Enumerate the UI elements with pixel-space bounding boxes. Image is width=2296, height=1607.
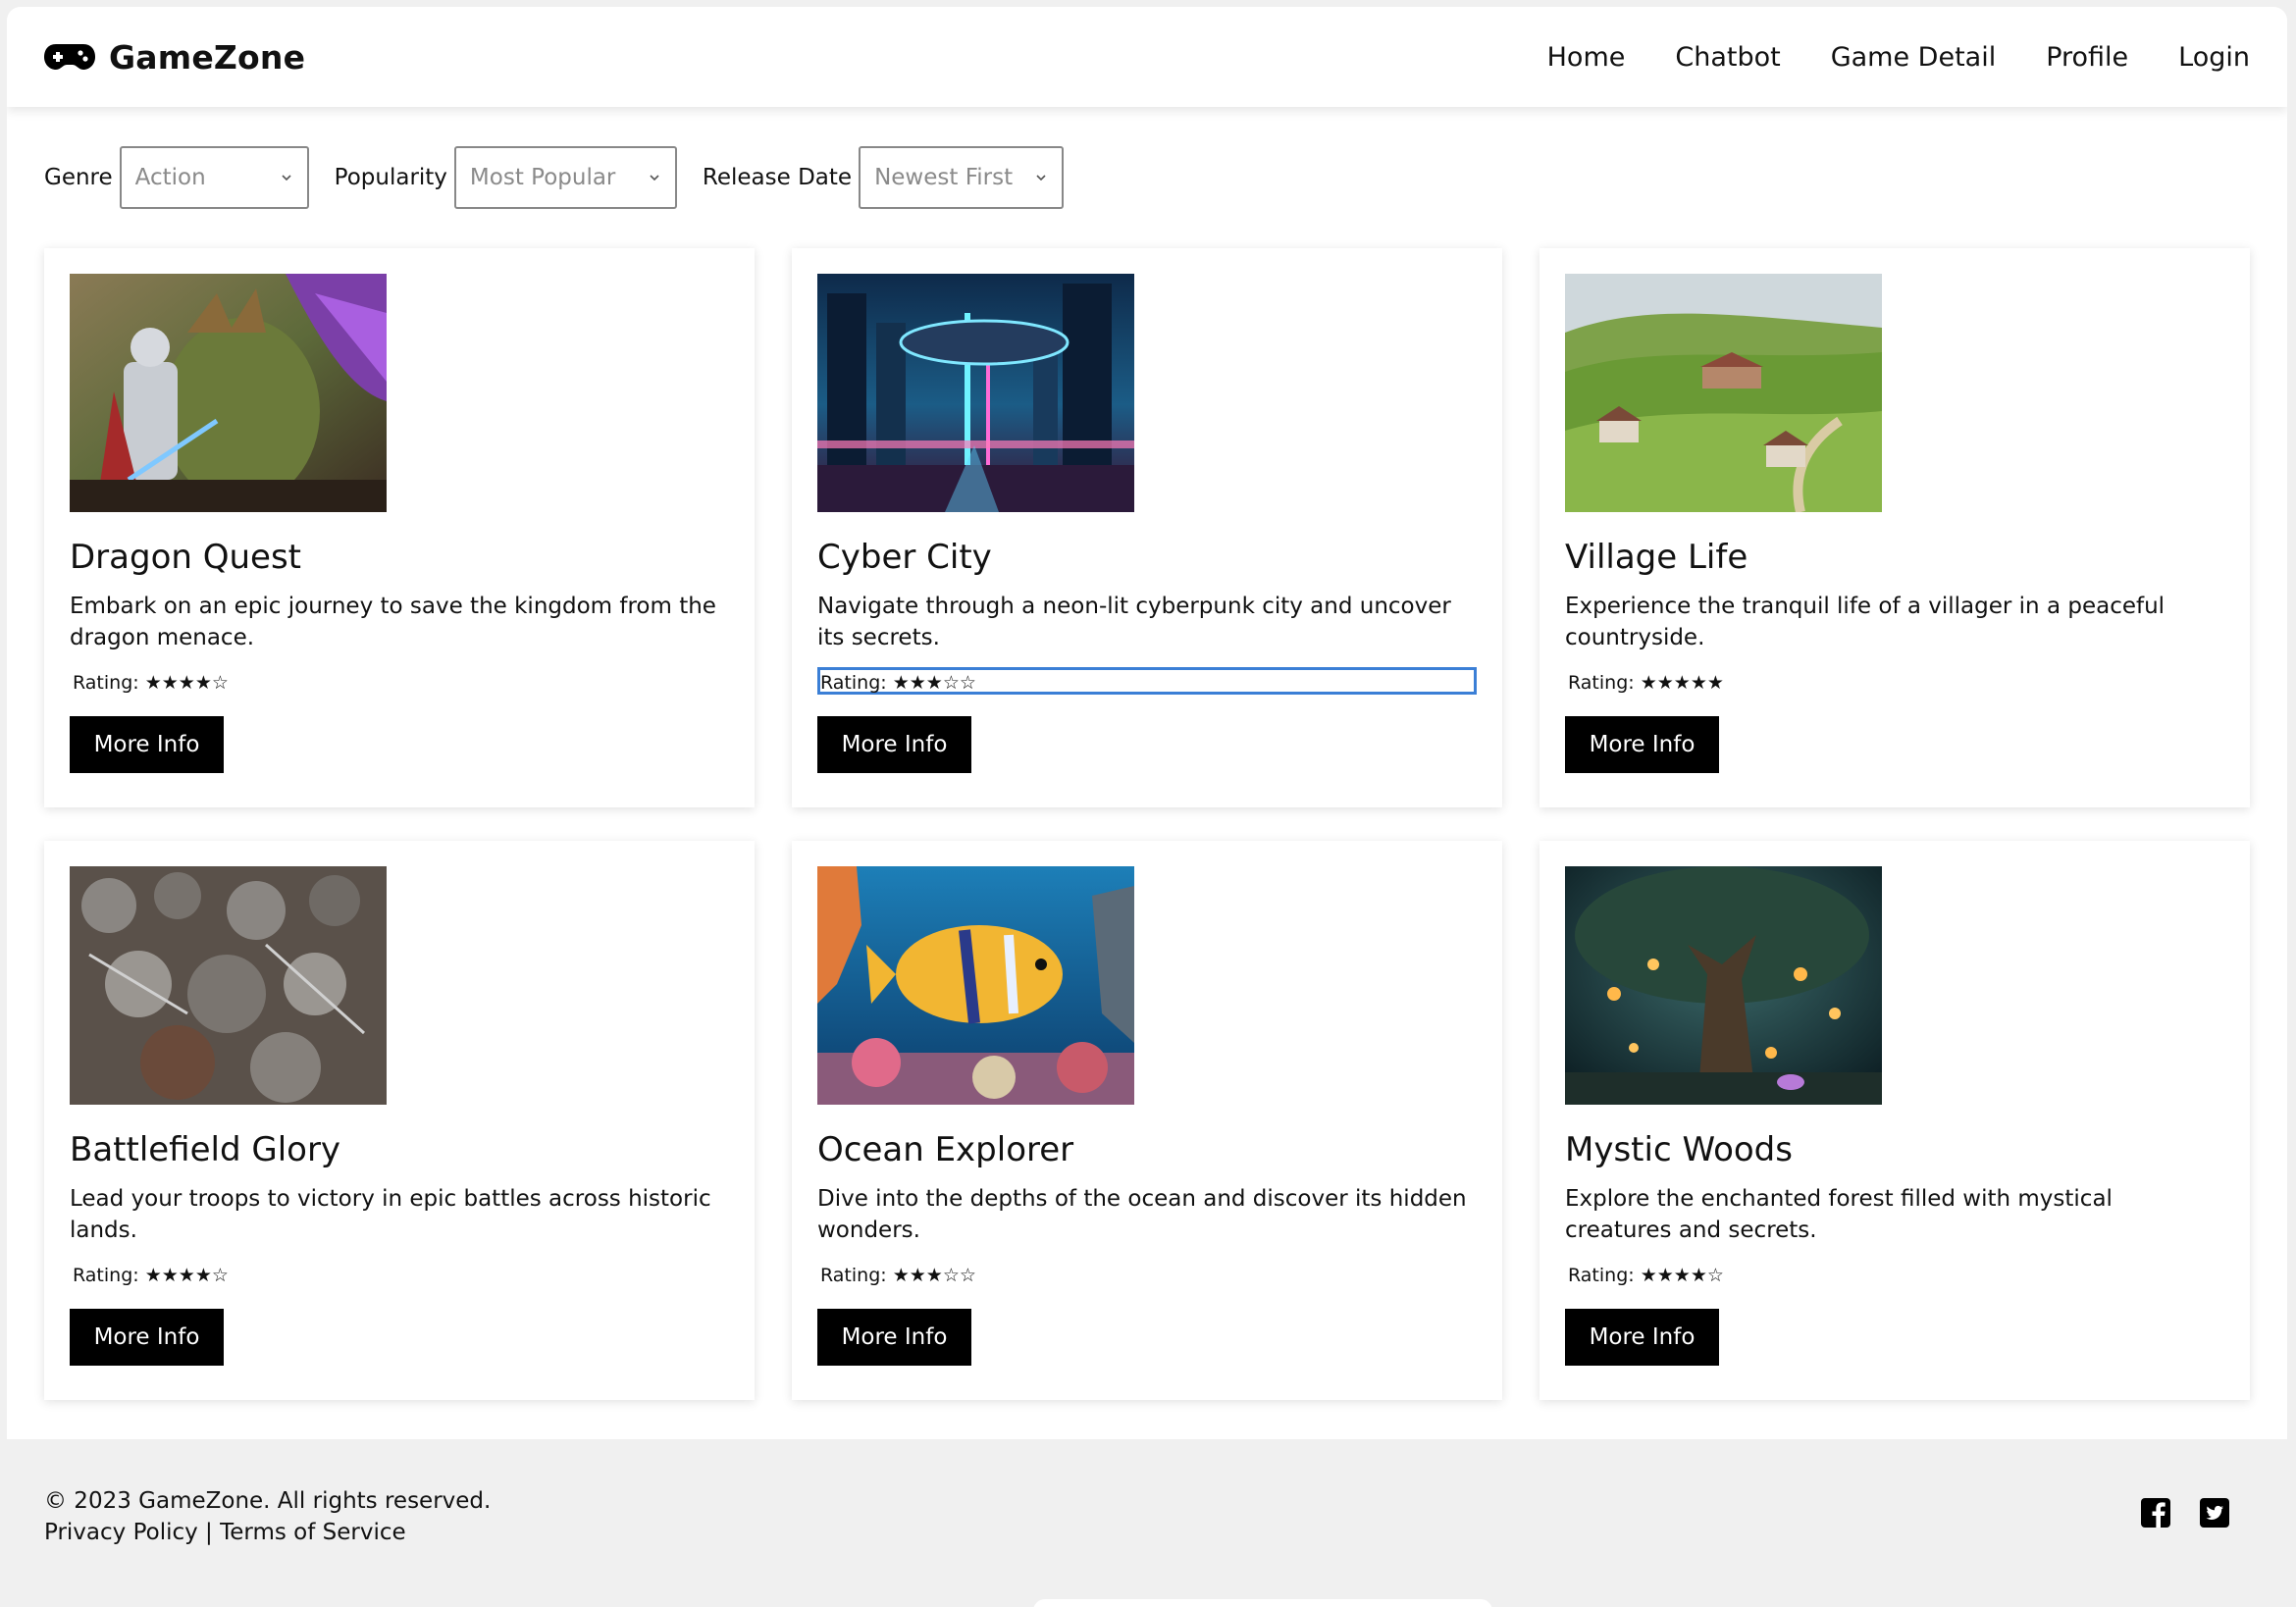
rating-stars: ★★★★☆	[1640, 1265, 1724, 1286]
more-info-button[interactable]: More Info	[817, 716, 971, 773]
game-card: Dragon Quest Embark on an epic journey t…	[44, 248, 755, 807]
more-info-button[interactable]: More Info	[70, 716, 224, 773]
game-card: Village Life Experience the tranquil lif…	[1539, 248, 2250, 807]
top-navbar: GameZone Home Chatbot Game Detail Profil…	[7, 7, 2287, 107]
chevron-down-icon	[1036, 175, 1046, 181]
rating-stars: ★★★★☆	[144, 1265, 229, 1286]
filter-bar: Genre Action Popularity Most Popular Rel…	[44, 146, 1089, 209]
nav-chatbot[interactable]: Chatbot	[1675, 42, 1780, 73]
game-title: Mystic Woods	[1565, 1130, 1793, 1169]
game-description: Lead your troops to victory in epic batt…	[70, 1186, 711, 1243]
popularity-label: Popularity	[334, 165, 447, 190]
game-rating: Rating: ★★★★☆	[1565, 1260, 2224, 1287]
popularity-select-value: Most Popular	[469, 165, 616, 190]
copyright-text: © 2023 GameZone. All rights reserved.	[44, 1488, 492, 1514]
game-rating: Rating: ★★★★★	[1565, 667, 2224, 695]
brand-name: GameZone	[109, 37, 306, 77]
rating-stars: ★★★☆☆	[892, 672, 976, 694]
game-thumbnail-mystic-tree	[1565, 866, 1882, 1105]
terms-of-service-link[interactable]: Terms of Service	[220, 1520, 406, 1545]
genre-select[interactable]: Action	[119, 146, 309, 209]
chevron-down-icon	[282, 175, 291, 181]
game-card: Battlefield Glory Lead your troops to vi…	[44, 841, 755, 1400]
game-title: Ocean Explorer	[817, 1130, 1074, 1169]
more-info-button[interactable]: More Info	[1565, 716, 1719, 773]
release-date-select[interactable]: Newest First	[859, 146, 1065, 209]
nav-home[interactable]: Home	[1547, 42, 1626, 73]
more-info-button[interactable]: More Info	[1565, 1309, 1719, 1366]
rating-stars: ★★★★★	[1640, 672, 1724, 694]
game-card: Mystic Woods Explore the enchanted fores…	[1539, 841, 2250, 1400]
game-thumbnail-battlefield	[70, 866, 387, 1105]
game-rating: Rating: ★★★★☆	[70, 1260, 729, 1287]
game-description: Dive into the depths of the ocean and di…	[817, 1186, 1467, 1243]
game-description: Navigate through a neon-lit cyberpunk ci…	[817, 594, 1451, 650]
game-title: Cyber City	[817, 538, 992, 577]
rating-stars: ★★★☆☆	[892, 1265, 976, 1286]
popularity-select[interactable]: Most Popular	[453, 146, 677, 209]
main-nav: Home Chatbot Game Detail Profile Login	[1547, 34, 2250, 79]
legal-links: Privacy Policy | Terms of Service	[44, 1520, 406, 1545]
game-rating: Rating: ★★★☆☆	[817, 1260, 1477, 1287]
bottom-tab-edge	[1033, 1599, 1492, 1607]
privacy-policy-link[interactable]: Privacy Policy	[44, 1520, 198, 1545]
game-description: Explore the enchanted forest filled with…	[1565, 1186, 2113, 1243]
rating-label: Rating:	[1568, 1265, 1635, 1286]
legal-separator: |	[197, 1520, 221, 1545]
game-title: Village Life	[1565, 538, 1748, 577]
nav-profile[interactable]: Profile	[2046, 42, 2128, 73]
game-card: Ocean Explorer Dive into the depths of t…	[792, 841, 1502, 1400]
game-thumbnail-dragon-knight	[70, 274, 387, 512]
nav-game-detail[interactable]: Game Detail	[1831, 42, 1997, 73]
game-rating: Rating: ★★★☆☆	[817, 667, 1477, 695]
gamepad-icon	[44, 44, 95, 70]
genre-select-value: Action	[134, 165, 206, 190]
release-date-select-value: Newest First	[874, 165, 1014, 190]
game-thumbnail-village-hills	[1565, 274, 1882, 512]
release-date-label: Release Date	[702, 165, 853, 190]
game-title: Battlefield Glory	[70, 1130, 341, 1169]
rating-stars: ★★★★☆	[144, 672, 229, 694]
site-footer: © 2023 GameZone. All rights reserved. Pr…	[7, 1439, 2287, 1607]
genre-label: Genre	[44, 165, 113, 190]
twitter-icon[interactable]	[2199, 1497, 2230, 1529]
rating-label: Rating:	[820, 1265, 887, 1286]
game-thumbnail-ocean-fish	[817, 866, 1134, 1105]
facebook-icon[interactable]	[2140, 1497, 2171, 1529]
game-title: Dragon Quest	[70, 538, 302, 577]
chevron-down-icon	[650, 175, 659, 181]
more-info-button[interactable]: More Info	[817, 1309, 971, 1366]
game-grid: Dragon Quest Embark on an epic journey t…	[44, 248, 2250, 1400]
nav-login[interactable]: Login	[2178, 42, 2250, 73]
game-description: Embark on an epic journey to save the ki…	[70, 594, 716, 650]
rating-label: Rating:	[1568, 672, 1635, 694]
game-description: Experience the tranquil life of a villag…	[1565, 594, 2166, 650]
browser-page: GameZone Home Chatbot Game Detail Profil…	[7, 7, 2287, 1607]
rating-label: Rating:	[820, 672, 887, 694]
rating-label: Rating:	[73, 1265, 139, 1286]
game-rating: Rating: ★★★★☆	[70, 667, 729, 695]
game-thumbnail-cyber-city	[817, 274, 1134, 512]
game-card: Cyber City Navigate through a neon-lit c…	[792, 248, 1502, 807]
social-links	[2140, 1497, 2230, 1529]
more-info-button[interactable]: More Info	[70, 1309, 224, 1366]
brand[interactable]: GameZone	[44, 34, 305, 79]
rating-label: Rating:	[73, 672, 139, 694]
